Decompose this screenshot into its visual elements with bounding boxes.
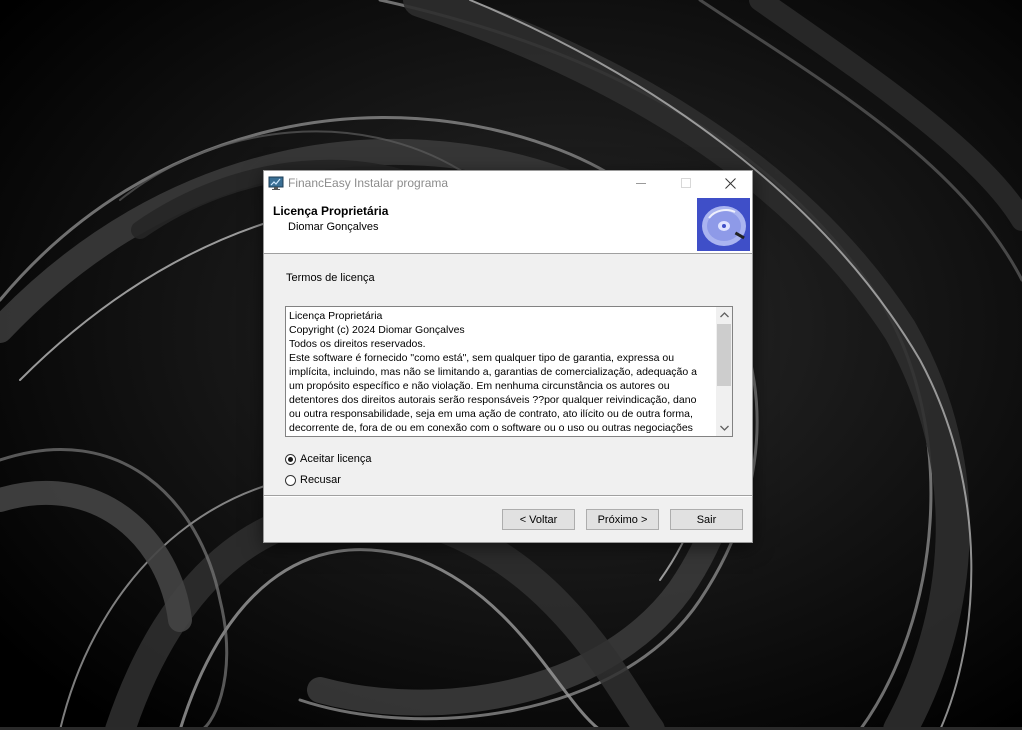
title-bar[interactable]: FinancEasy Instalar programa (264, 171, 752, 195)
license-line: Copyright (c) 2024 Diomar Gonçalves (289, 324, 465, 336)
window-title: FinancEasy Instalar programa (288, 176, 449, 190)
license-line: detentores dos direitos autorais serão r… (289, 394, 697, 406)
refuse-license-radio[interactable]: Recusar (285, 474, 341, 486)
license-line: um propósito específico e não violação. … (289, 380, 670, 392)
close-button[interactable] (708, 171, 753, 195)
minimize-icon (635, 183, 646, 184)
wizard-header: Licença Proprietária Diomar Gonçalves (264, 195, 752, 254)
back-button[interactable]: < Voltar (502, 509, 575, 530)
license-line: Todos os direitos reservados. (289, 338, 426, 350)
radio-unchecked-icon (285, 474, 296, 486)
scroll-thumb[interactable] (717, 324, 731, 386)
license-line: ou outra responsabilidade, seja em uma a… (289, 408, 693, 420)
installer-dialog: FinancEasy Instalar programa Licença Pro… (263, 170, 753, 543)
scroll-down-button[interactable] (716, 420, 732, 436)
chevron-up-icon (719, 312, 729, 318)
license-line: implícita, incluindo, mas não se limitan… (289, 366, 697, 378)
next-button[interactable]: Próximo > (586, 509, 659, 530)
minimize-button[interactable] (618, 171, 663, 195)
monitor-chart-icon (268, 176, 284, 190)
radio-checked-icon (285, 453, 296, 465)
wizard-body: Termos de licença Licença Proprietária C… (264, 254, 752, 495)
maximize-icon (680, 178, 691, 188)
page-subtitle: Diomar Gonçalves (288, 221, 379, 233)
accept-license-label: Aceitar licença (300, 453, 372, 465)
page-title: Licença Proprietária (273, 204, 389, 218)
license-textbox[interactable]: Licença Proprietária Copyright (c) 2024 … (285, 306, 733, 437)
footer-divider (264, 495, 752, 497)
chevron-down-icon (719, 425, 729, 431)
scroll-up-button[interactable] (716, 307, 732, 323)
terms-label: Termos de licença (286, 272, 375, 284)
license-line: Este software é fornecido "como está", s… (289, 352, 675, 364)
cd-disc-icon (697, 198, 750, 251)
maximize-button[interactable] (663, 171, 708, 195)
accept-license-radio[interactable]: Aceitar licença (285, 453, 372, 465)
license-line: Licença Proprietária (289, 310, 383, 322)
vertical-scrollbar[interactable] (716, 307, 732, 436)
close-icon (725, 177, 736, 189)
exit-button[interactable]: Sair (670, 509, 743, 530)
license-text: Licença Proprietária Copyright (c) 2024 … (289, 309, 717, 435)
license-line: decorrente de, fora de ou em conexão com… (289, 422, 693, 434)
refuse-license-label: Recusar (300, 474, 341, 486)
